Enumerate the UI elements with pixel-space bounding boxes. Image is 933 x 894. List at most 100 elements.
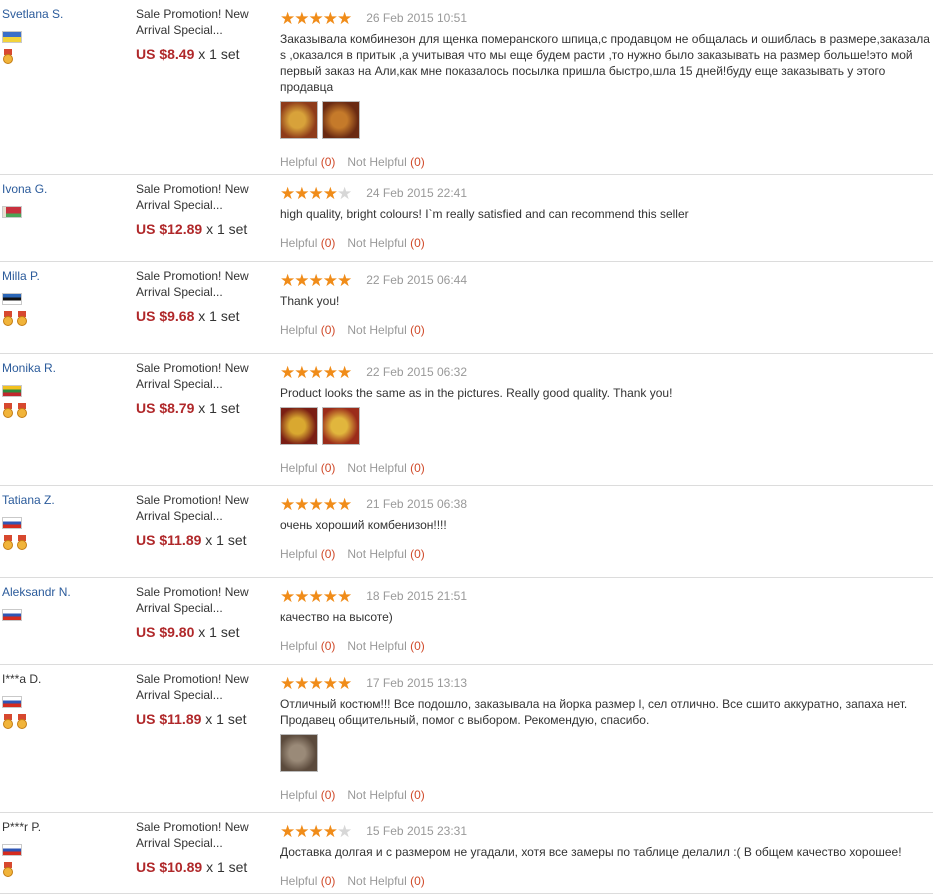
- helpful-link[interactable]: Helpful (0): [280, 236, 335, 250]
- star-rating: ★ ★ ★ ★ ★: [280, 586, 352, 606]
- review-photo-thumbnail[interactable]: [280, 734, 318, 772]
- helpful-count: (0): [320, 788, 336, 802]
- not-helpful-link[interactable]: Not Helpful (0): [347, 874, 424, 888]
- review-text: Заказывала комбинезон для щенка померанс…: [280, 32, 930, 94]
- not-helpful-count: (0): [410, 639, 425, 653]
- star-icon: ★: [308, 8, 324, 28]
- reviewer-name[interactable]: Monika R.: [2, 361, 132, 375]
- helpful-link[interactable]: Helpful (0): [280, 547, 335, 561]
- star-icon: ★: [294, 494, 309, 514]
- star-icon: ★: [280, 8, 295, 28]
- star-rating: ★ ★ ★ ★ ★: [280, 8, 352, 28]
- helpful-link[interactable]: Helpful (0): [280, 874, 335, 888]
- rating-line: ★ ★ ★ ★ ★ 15 Feb 2015 23:31: [280, 822, 932, 840]
- star-rating: ★ ★ ★ ★ ★: [280, 183, 352, 203]
- order-quantity: x 1 set: [205, 711, 247, 727]
- country-flag-icon: [2, 844, 22, 856]
- star-icon: ★: [308, 673, 324, 693]
- review-photo-thumbnail[interactable]: [280, 407, 318, 445]
- reviewer-name[interactable]: Aleksandr N.: [2, 585, 132, 599]
- reviewer-name[interactable]: Tatiana Z.: [2, 493, 132, 507]
- helpful-link[interactable]: Helpful (0): [280, 155, 335, 169]
- order-info: Sale Promotion! New Arrival Special... US…: [136, 6, 271, 62]
- buyer-level-badges: [2, 714, 132, 730]
- review-photo-thumbnail[interactable]: [280, 101, 318, 139]
- country-flag-icon: [2, 206, 22, 218]
- review-text: high quality, bright colours! I`m really…: [280, 207, 689, 221]
- helpful-link[interactable]: Helpful (0): [280, 788, 335, 802]
- reviewer-name[interactable]: Milla P.: [2, 269, 132, 283]
- buyer-level-badges: [2, 403, 132, 419]
- not-helpful-link[interactable]: Not Helpful (0): [347, 547, 424, 561]
- helpful-link[interactable]: Helpful (0): [280, 323, 335, 337]
- star-icon: ★: [294, 8, 309, 28]
- review-row: Milla P. Sale Promotion! New Arrival Spec…: [0, 262, 933, 354]
- review-photo-thumbnail[interactable]: [322, 101, 360, 139]
- product-name: Sale Promotion! New Arrival Special...: [136, 7, 249, 37]
- not-helpful-link[interactable]: Not Helpful (0): [347, 639, 424, 653]
- order-price-line: US $10.89 x 1 set: [136, 859, 271, 875]
- order-price-line: US $8.49 x 1 set: [136, 46, 271, 62]
- order-price-line: US $9.80 x 1 set: [136, 624, 271, 640]
- star-icon: ★: [280, 183, 295, 203]
- review-text: очень хороший комбенизон!!!!: [280, 518, 447, 532]
- star-icon: ★: [308, 586, 324, 606]
- helpful-votes: Helpful (0) Not Helpful (0): [280, 874, 932, 888]
- not-helpful-label: Not Helpful: [347, 547, 407, 561]
- reviewer-info: Ivona G.: [2, 182, 132, 240]
- medal-icon: [2, 862, 14, 877]
- reviewer-info: I***a D.: [2, 672, 132, 730]
- product-name: Sale Promotion! New Arrival Special...: [136, 269, 249, 299]
- not-helpful-link[interactable]: Not Helpful (0): [347, 461, 424, 475]
- helpful-votes: Helpful (0) Not Helpful (0): [280, 461, 932, 475]
- not-helpful-count: (0): [410, 547, 425, 561]
- country-flag-icon: [2, 293, 22, 305]
- not-helpful-link[interactable]: Not Helpful (0): [347, 155, 424, 169]
- star-rating: ★ ★ ★ ★ ★: [280, 270, 352, 290]
- review-row: P***r P. Sale Promotion! New Arrival Spec…: [0, 813, 933, 894]
- reviewer-name: I***a D.: [2, 672, 42, 686]
- helpful-label: Helpful: [280, 236, 318, 250]
- rating-line: ★ ★ ★ ★ ★ 24 Feb 2015 22:41: [280, 184, 932, 202]
- star-icon: ★: [294, 270, 309, 290]
- helpful-link[interactable]: Helpful (0): [280, 639, 335, 653]
- reviewer-info: P***r P.: [2, 820, 132, 878]
- order-quantity: x 1 set: [198, 308, 240, 324]
- reviewer-name[interactable]: Svetlana S.: [2, 7, 132, 21]
- not-helpful-count: (0): [410, 788, 425, 802]
- star-icon: ★: [280, 673, 295, 693]
- order-price: US $8.79: [136, 400, 195, 416]
- country-flag-icon: [2, 696, 22, 708]
- product-name: Sale Promotion! New Arrival Special...: [136, 361, 249, 391]
- order-price-line: US $9.68 x 1 set: [136, 308, 271, 324]
- review-text: Product looks the same as in the picture…: [280, 386, 673, 400]
- review-text: Отличный костюм!!! Все подошло, заказыва…: [280, 697, 908, 727]
- not-helpful-link[interactable]: Not Helpful (0): [347, 788, 424, 802]
- star-icon: ★: [280, 362, 295, 382]
- not-helpful-count: (0): [410, 461, 425, 475]
- buyer-level-badges: [2, 224, 132, 240]
- medal-icon: [16, 403, 28, 418]
- not-helpful-link[interactable]: Not Helpful (0): [347, 236, 424, 250]
- star-rating: ★ ★ ★ ★ ★: [280, 494, 352, 514]
- medal-icon: [2, 714, 14, 729]
- not-helpful-link[interactable]: Not Helpful (0): [347, 323, 424, 337]
- star-icon: ★: [308, 821, 324, 841]
- product-name: Sale Promotion! New Arrival Special...: [136, 672, 249, 702]
- rating-line: ★ ★ ★ ★ ★ 21 Feb 2015 06:38: [280, 495, 932, 513]
- product-name: Sale Promotion! New Arrival Special...: [136, 493, 249, 523]
- order-info: Sale Promotion! New Arrival Special... US…: [136, 181, 271, 237]
- star-icon: ★: [294, 673, 309, 693]
- review-photo-thumbnail[interactable]: [322, 407, 360, 445]
- review-date: 21 Feb 2015 06:38: [366, 497, 468, 511]
- order-price: US $11.89: [136, 711, 202, 727]
- medal-icon: [16, 714, 28, 729]
- review-row: Ivona G. Sale Promotion! New Arrival Spec…: [0, 175, 933, 262]
- review-date: 15 Feb 2015 23:31: [366, 824, 468, 838]
- star-icon: ★: [322, 270, 338, 290]
- helpful-link[interactable]: Helpful (0): [280, 461, 335, 475]
- not-helpful-label: Not Helpful: [347, 639, 407, 653]
- reviewer-name[interactable]: Ivona G.: [2, 182, 132, 196]
- helpful-label: Helpful: [280, 788, 318, 802]
- rating-line: ★ ★ ★ ★ ★ 22 Feb 2015 06:44: [280, 271, 932, 289]
